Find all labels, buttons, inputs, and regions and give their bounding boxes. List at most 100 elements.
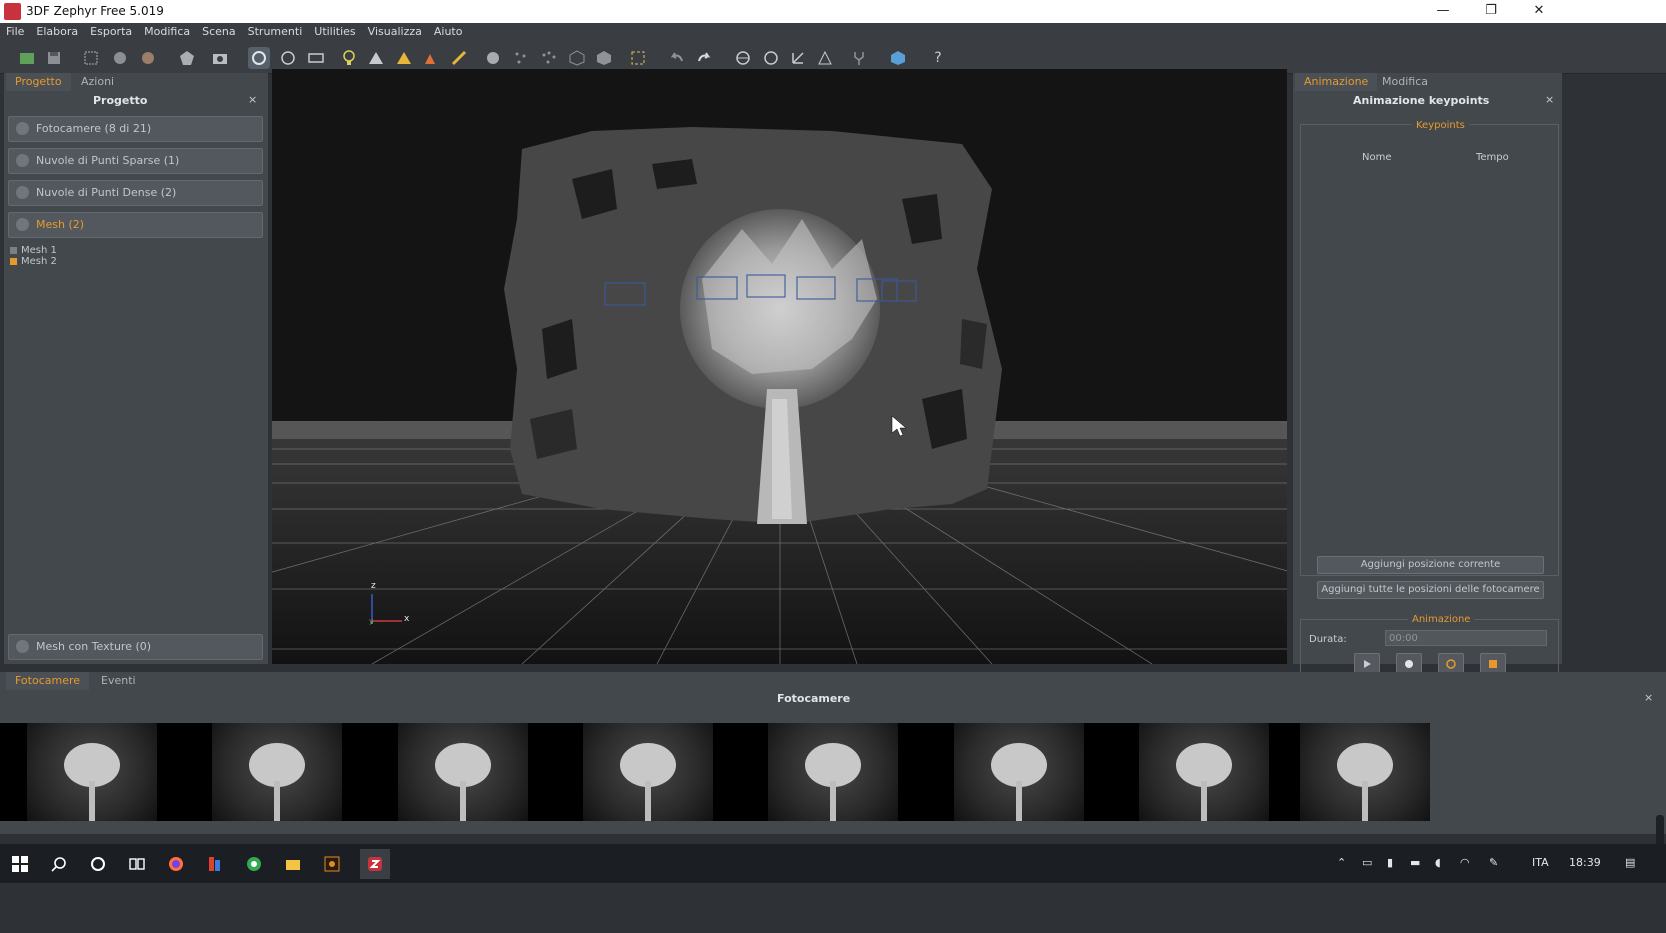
solid-icon[interactable]	[593, 47, 615, 69]
firefox-icon[interactable]	[165, 853, 187, 875]
windows-start-icon[interactable]	[9, 853, 31, 875]
menu-aiuto[interactable]: Aiuto	[428, 23, 469, 40]
tab-fotocamere[interactable]: Fotocamere	[6, 672, 90, 690]
camera-thumbnail[interactable]	[954, 723, 1084, 821]
category-cameras[interactable]: Fotocamere (8 di 21)	[8, 116, 263, 142]
menu-strumenti[interactable]: Strumenti	[242, 23, 309, 40]
menu-scena[interactable]: Scena	[196, 23, 242, 40]
clock[interactable]: 18:39	[1569, 856, 1601, 869]
camera-thumbnail[interactable]	[583, 723, 713, 821]
camera-thumbnail[interactable]	[1139, 723, 1269, 821]
undo-icon[interactable]	[666, 47, 688, 69]
close-panel-icon[interactable]: ×	[1545, 93, 1554, 106]
battery-icon[interactable]: ▬	[1410, 856, 1420, 869]
redo-icon[interactable]	[693, 47, 715, 69]
camera-thumbnail[interactable]	[768, 723, 898, 821]
dense-cloud-icon[interactable]	[137, 47, 159, 69]
tree-item-mesh-2[interactable]: Mesh 2	[10, 256, 57, 267]
language-indicator[interactable]: ITA	[1532, 856, 1549, 869]
camera-icon[interactable]	[209, 47, 231, 69]
category-mesh[interactable]: Mesh (2)	[8, 212, 263, 238]
cube-view-icon[interactable]	[887, 47, 909, 69]
file-explorer-icon[interactable]	[282, 853, 304, 875]
tree-item-mesh-1[interactable]: Mesh 1	[10, 245, 57, 256]
duration-input[interactable]: 00:00	[1385, 630, 1547, 646]
tray-chevron-icon[interactable]: ⌃	[1337, 856, 1346, 869]
tab-eventi[interactable]: Eventi	[92, 672, 145, 690]
volume-icon[interactable]: ◖	[1435, 856, 1441, 869]
cortana-icon[interactable]	[87, 853, 109, 875]
close-panel-icon[interactable]: ×	[248, 93, 257, 106]
tray-device-icon[interactable]: ▭	[1362, 856, 1372, 869]
help-icon[interactable]: ?	[927, 47, 949, 69]
menu-modifica[interactable]: Modifica	[138, 23, 196, 40]
task-view-icon[interactable]	[126, 853, 148, 875]
wireframe-icon[interactable]	[566, 47, 588, 69]
camera-thumbnail[interactable]	[1300, 723, 1430, 821]
wifi-icon[interactable]: ◠	[1460, 856, 1470, 869]
sparse-cloud-icon[interactable]	[109, 47, 131, 69]
chrome-icon[interactable]	[243, 853, 265, 875]
gizmo-icon[interactable]	[732, 47, 754, 69]
menu-elabora[interactable]: Elabora	[30, 23, 84, 40]
select-rect-icon[interactable]	[80, 47, 102, 69]
app-icon[interactable]	[204, 853, 226, 875]
checkbox-icon[interactable]	[10, 246, 17, 254]
tab-animazione[interactable]: Animazione	[1295, 73, 1378, 91]
restore-button[interactable]: ❐	[1468, 0, 1514, 23]
points-dense-icon[interactable]	[538, 47, 560, 69]
pan-icon[interactable]	[305, 47, 327, 69]
category-dense-clouds[interactable]: Nuvole di Punti Dense (2)	[8, 180, 263, 206]
menu-utilities[interactable]: Utilities	[308, 23, 361, 40]
zephyr-taskbar-icon[interactable]	[360, 849, 390, 879]
window-title: 3DF Zephyr Free 5.019	[26, 4, 164, 18]
3d-viewport[interactable]: z x y	[272, 69, 1287, 664]
axis-icon[interactable]	[787, 47, 809, 69]
new-project-icon[interactable]	[16, 47, 38, 69]
microphone-icon[interactable]: ▮	[1387, 856, 1393, 869]
category-label: Mesh (2)	[36, 218, 85, 231]
add-all-camera-positions-button[interactable]: Aggiungi tutte le posizioni delle fotoca…	[1317, 581, 1544, 599]
mesh-category-icon	[16, 218, 29, 231]
textured-mesh-category-icon	[16, 640, 29, 653]
scene-render	[272, 127, 1287, 664]
column-tempo[interactable]: Tempo	[1476, 152, 1509, 163]
rotate-icon[interactable]	[277, 47, 299, 69]
camera-thumbnail[interactable]	[27, 723, 157, 821]
brush-icon[interactable]	[448, 47, 470, 69]
save-icon[interactable]	[43, 47, 65, 69]
points-icon[interactable]	[510, 47, 532, 69]
tab-azioni[interactable]: Azioni	[72, 73, 123, 91]
close-button[interactable]: ✕	[1516, 0, 1562, 23]
fork-icon[interactable]	[848, 47, 870, 69]
menu-file[interactable]: File	[0, 23, 30, 40]
selection-tool-icon[interactable]	[482, 47, 504, 69]
tab-progetto[interactable]: Progetto	[6, 73, 71, 91]
sphere-icon[interactable]	[760, 47, 782, 69]
camera-thumbnail[interactable]	[212, 723, 342, 821]
media-app-icon[interactable]	[321, 853, 343, 875]
category-textured-mesh[interactable]: Mesh con Texture (0)	[8, 634, 263, 660]
camera-thumbnail[interactable]	[398, 723, 528, 821]
orbit-icon[interactable]	[248, 47, 270, 69]
add-current-position-button[interactable]: Aggiungi posizione corrente	[1317, 556, 1544, 574]
minimize-button[interactable]: —	[1420, 0, 1466, 23]
pen-icon[interactable]: ✎	[1489, 856, 1498, 869]
mesh-icon[interactable]	[176, 47, 198, 69]
point-tool-icon[interactable]	[365, 47, 387, 69]
search-icon[interactable]	[48, 853, 70, 875]
light-bulb-icon[interactable]	[338, 47, 360, 69]
menu-visualizza[interactable]: Visualizza	[362, 23, 428, 40]
grid-icon[interactable]	[814, 47, 836, 69]
measure-tool-icon[interactable]	[419, 47, 441, 69]
bounding-box-icon[interactable]	[627, 47, 649, 69]
checkbox-icon[interactable]	[10, 257, 17, 265]
column-nome[interactable]: Nome	[1362, 152, 1392, 163]
triangle-tool-icon[interactable]	[393, 47, 415, 69]
category-sparse-clouds[interactable]: Nuvole di Punti Sparse (1)	[8, 148, 263, 174]
notifications-icon[interactable]: ▤	[1625, 856, 1635, 869]
category-label: Fotocamere (8 di 21)	[36, 122, 152, 135]
tab-modifica[interactable]: Modifica	[1373, 73, 1437, 91]
close-panel-icon[interactable]: ×	[1644, 691, 1653, 704]
menu-esporta[interactable]: Esporta	[84, 23, 138, 40]
